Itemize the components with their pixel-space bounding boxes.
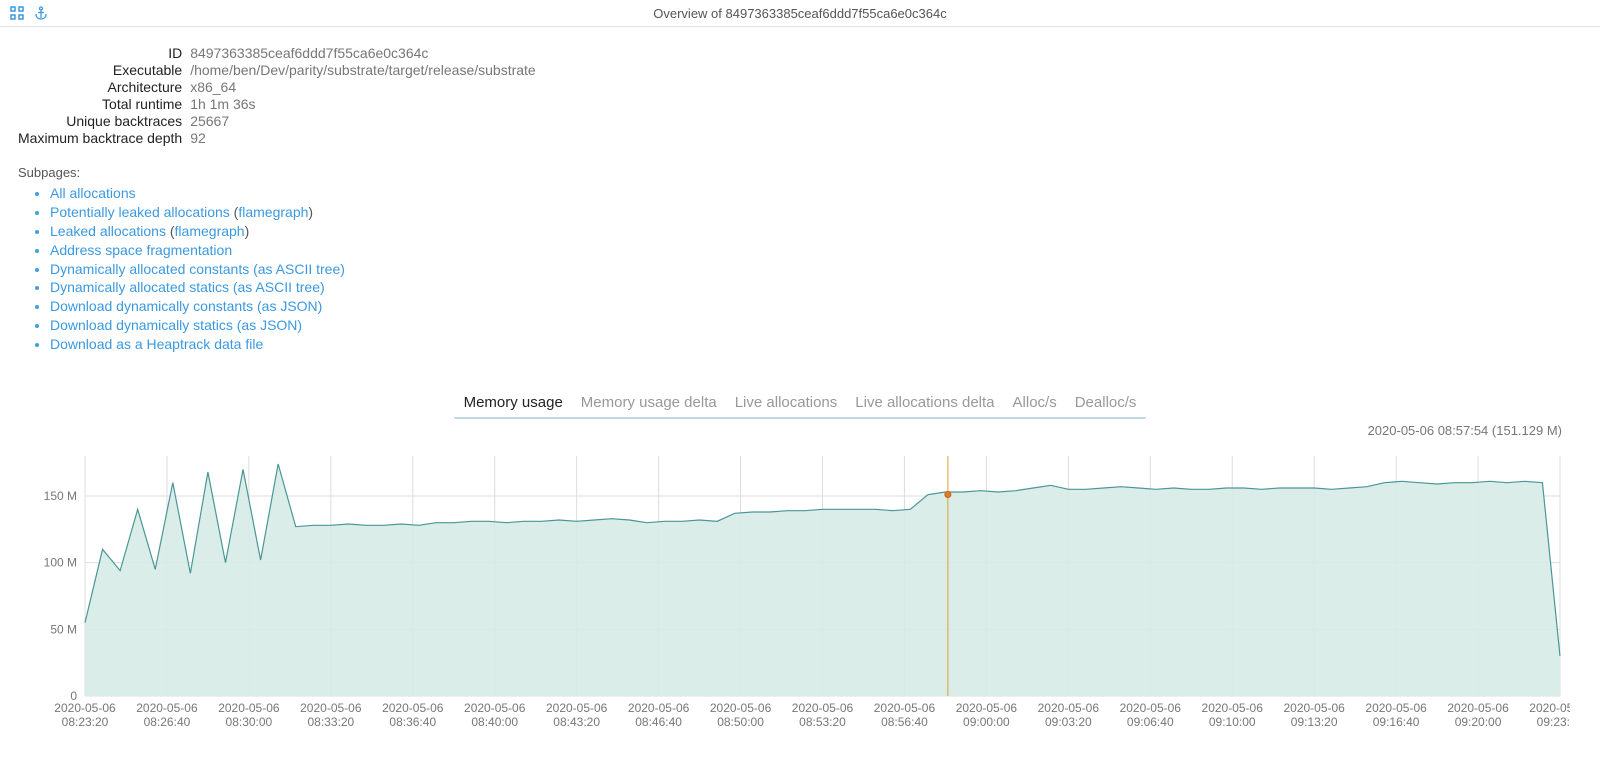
svg-text:08:46:40: 08:46:40 — [635, 715, 682, 729]
svg-text:50 M: 50 M — [50, 622, 77, 636]
info-table: ID8497363385ceaf6ddd7f55ca6e0c364cExecut… — [18, 45, 544, 147]
svg-text:2020-05-06: 2020-05-06 — [1365, 701, 1427, 715]
svg-text:2020-05-06: 2020-05-06 — [1529, 701, 1570, 715]
list-item: Download dynamically statics (as JSON) — [50, 316, 1582, 335]
tab-live-allocations-delta[interactable]: Live allocations delta — [855, 394, 994, 411]
subpage-link[interactable]: Address space fragmentation — [50, 242, 232, 258]
subpage-link[interactable]: Leaked allocations — [50, 223, 166, 239]
svg-text:0: 0 — [70, 689, 77, 703]
svg-text:2020-05-06: 2020-05-06 — [300, 701, 362, 715]
svg-text:08:40:00: 08:40:00 — [471, 715, 518, 729]
svg-text:09:13:20: 09:13:20 — [1291, 715, 1338, 729]
subpages-heading: Subpages: — [18, 165, 1582, 180]
svg-text:09:06:40: 09:06:40 — [1127, 715, 1174, 729]
info-label: ID — [18, 45, 190, 62]
info-value: 8497363385ceaf6ddd7f55ca6e0c364c — [190, 45, 544, 62]
info-value: x86_64 — [190, 79, 544, 96]
list-item: Potentially leaked allocations (flamegra… — [50, 203, 1582, 222]
grid-icon[interactable] — [10, 6, 24, 20]
svg-text:2020-05-06: 2020-05-06 — [1038, 701, 1100, 715]
list-item: Dynamically allocated statics (as ASCII … — [50, 278, 1582, 297]
subpage-link[interactable]: Dynamically allocated statics (as ASCII … — [50, 279, 325, 295]
tab-memory-usage-delta[interactable]: Memory usage delta — [581, 394, 717, 411]
tab-dealloc-s[interactable]: Dealloc/s — [1075, 394, 1137, 411]
subpage-link[interactable]: Download dynamically constants (as JSON) — [50, 298, 322, 314]
subpage-link[interactable]: Dynamically allocated constants (as ASCI… — [50, 261, 345, 277]
svg-text:09:00:00: 09:00:00 — [963, 715, 1010, 729]
tab-alloc-s[interactable]: Alloc/s — [1013, 394, 1057, 411]
svg-text:2020-05-06: 2020-05-06 — [1283, 701, 1345, 715]
svg-text:09:16:40: 09:16:40 — [1373, 715, 1420, 729]
svg-text:08:36:40: 08:36:40 — [389, 715, 436, 729]
subpage-link[interactable]: Potentially leaked allocations — [50, 204, 230, 220]
info-label: Maximum backtrace depth — [18, 130, 190, 147]
svg-text:08:50:00: 08:50:00 — [717, 715, 764, 729]
info-label: Architecture — [18, 79, 190, 96]
svg-text:09:20:00: 09:20:00 — [1455, 715, 1502, 729]
svg-text:2020-05-06: 2020-05-06 — [710, 701, 772, 715]
svg-text:08:23:20: 08:23:20 — [62, 715, 109, 729]
svg-text:2020-05-06: 2020-05-06 — [54, 701, 116, 715]
svg-text:2020-05-06: 2020-05-06 — [218, 701, 280, 715]
svg-text:08:33:20: 08:33:20 — [307, 715, 354, 729]
svg-text:09:03:20: 09:03:20 — [1045, 715, 1092, 729]
svg-text:100 M: 100 M — [44, 556, 77, 570]
svg-text:08:56:40: 08:56:40 — [881, 715, 928, 729]
svg-text:08:26:40: 08:26:40 — [144, 715, 191, 729]
topbar: Overview of 8497363385ceaf6ddd7f55ca6e0c… — [0, 0, 1600, 27]
svg-text:2020-05-06: 2020-05-06 — [1202, 701, 1264, 715]
svg-text:08:30:00: 08:30:00 — [226, 715, 273, 729]
svg-text:08:43:20: 08:43:20 — [553, 715, 600, 729]
info-value: /home/ben/Dev/parity/substrate/target/re… — [190, 62, 544, 79]
svg-text:2020-05-06: 2020-05-06 — [136, 701, 198, 715]
subpage-link[interactable]: Download as a Heaptrack data file — [50, 336, 263, 352]
page-title: Overview of 8497363385ceaf6ddd7f55ca6e0c… — [0, 6, 1600, 21]
info-value: 25667 — [190, 113, 544, 130]
svg-text:09:10:00: 09:10:00 — [1209, 715, 1256, 729]
svg-text:2020-05-06: 2020-05-06 — [956, 701, 1018, 715]
list-item: Leaked allocations (flamegraph) — [50, 222, 1582, 241]
info-value: 92 — [190, 130, 544, 147]
subpages-list: All allocations Potentially leaked alloca… — [18, 184, 1582, 354]
svg-text:08:53:20: 08:53:20 — [799, 715, 846, 729]
tab-live-allocations[interactable]: Live allocations — [735, 394, 838, 411]
svg-text:2020-05-06: 2020-05-06 — [382, 701, 444, 715]
chart-tabs: Memory usage Memory usage delta Live alloc… — [454, 392, 1147, 419]
list-item: Address space fragmentation — [50, 241, 1582, 260]
subpage-link[interactable]: flamegraph — [175, 223, 245, 239]
anchor-icon[interactable] — [34, 6, 48, 20]
subpage-link[interactable]: All allocations — [50, 185, 136, 201]
svg-text:2020-05-06: 2020-05-06 — [1447, 701, 1509, 715]
memory-usage-chart[interactable]: 2020-05-0608:23:202020-05-0608:26:402020… — [18, 446, 1582, 746]
svg-text:2020-05-06: 2020-05-06 — [792, 701, 854, 715]
info-value: 1h 1m 36s — [190, 96, 544, 113]
chart-hover-readout: 2020-05-06 08:57:54 (151.129 M) — [18, 423, 1582, 438]
svg-text:2020-05-06: 2020-05-06 — [464, 701, 526, 715]
subpage-link[interactable]: flamegraph — [238, 204, 308, 220]
subpage-link[interactable]: Download dynamically statics (as JSON) — [50, 317, 302, 333]
svg-text:09:23:20: 09:23:20 — [1537, 715, 1570, 729]
svg-text:2020-05-06: 2020-05-06 — [1120, 701, 1182, 715]
list-item: Download as a Heaptrack data file — [50, 335, 1582, 354]
svg-text:2020-05-06: 2020-05-06 — [874, 701, 936, 715]
info-label: Unique backtraces — [18, 113, 190, 130]
svg-text:2020-05-06: 2020-05-06 — [628, 701, 690, 715]
list-item: All allocations — [50, 184, 1582, 203]
list-item: Dynamically allocated constants (as ASCI… — [50, 260, 1582, 279]
svg-text:150 M: 150 M — [44, 489, 77, 503]
tab-memory-usage[interactable]: Memory usage — [464, 394, 563, 411]
info-label: Executable — [18, 62, 190, 79]
svg-text:2020-05-06: 2020-05-06 — [546, 701, 608, 715]
info-label: Total runtime — [18, 96, 190, 113]
list-item: Download dynamically constants (as JSON) — [50, 297, 1582, 316]
